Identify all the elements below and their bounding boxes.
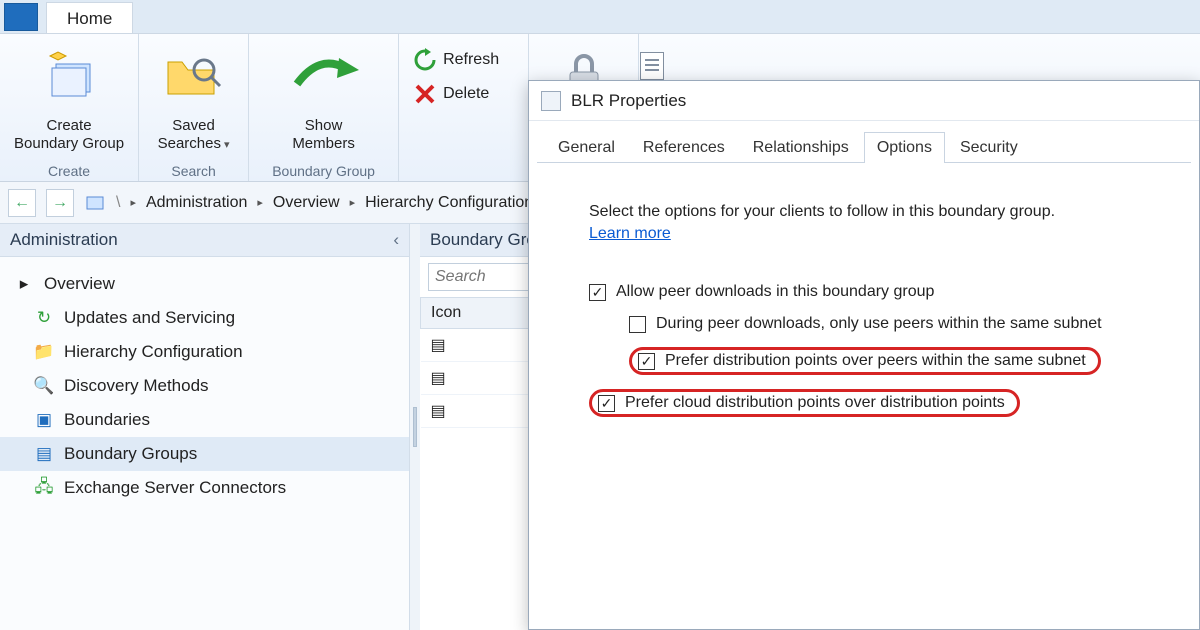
checkbox-label: During peer downloads, only use peers wi…: [656, 315, 1102, 333]
tab-home[interactable]: Home: [46, 2, 133, 33]
create-group-caption: Create: [48, 159, 90, 179]
opt-prefer-cloud-dp[interactable]: Prefer cloud distribution points over di…: [589, 389, 1163, 417]
nav-item-label: Updates and Servicing: [64, 308, 235, 328]
delete-button[interactable]: Delete: [413, 82, 499, 106]
crumb-0[interactable]: Administration: [146, 194, 247, 212]
delete-icon: [413, 82, 437, 106]
discovery-icon: 🔍: [34, 376, 54, 396]
nav-item-label: Hierarchy Configuration: [64, 342, 243, 362]
show-members-label: Show Members: [292, 117, 355, 152]
ribbon-saved-searches[interactable]: Saved Searches Search: [139, 34, 249, 181]
saved-searches-label: Saved Searches: [158, 117, 230, 152]
checkbox-icon[interactable]: [638, 353, 655, 370]
ribbon-show-members[interactable]: Show Members Boundary Group: [249, 34, 399, 181]
splitter[interactable]: [410, 224, 420, 630]
refresh-icon: [413, 48, 437, 72]
tab-general[interactable]: General: [545, 132, 628, 163]
nav-item-updates[interactable]: ↻ Updates and Servicing: [0, 301, 409, 335]
nav-tree: ▸ Overview ↻ Updates and Servicing 📁 Hie…: [0, 257, 409, 515]
updates-icon: ↻: [34, 308, 54, 328]
window-menu-icon[interactable]: [4, 3, 38, 31]
tab-references[interactable]: References: [630, 132, 738, 163]
opt-same-subnet-only[interactable]: During peer downloads, only use peers wi…: [629, 315, 1163, 333]
crumb-1[interactable]: Overview: [273, 194, 340, 212]
dialog-tabs: General References Relationships Options…: [537, 121, 1191, 163]
nav-item-label: Boundary Groups: [64, 444, 197, 464]
arrow-icon: [289, 48, 359, 102]
ribbon-create-boundary-group[interactable]: Create Boundary Group Create: [0, 34, 139, 181]
checkbox-icon[interactable]: [629, 316, 646, 333]
checkbox-label: Allow peer downloads in this boundary gr…: [616, 283, 934, 301]
checkbox-label: Prefer distribution points over peers wi…: [665, 352, 1086, 370]
tab-relationships[interactable]: Relationships: [740, 132, 862, 163]
nav-item-label: Boundaries: [64, 410, 150, 430]
overview-icon: ▸: [14, 274, 34, 294]
nav-back-button[interactable]: ←: [8, 189, 36, 217]
checkbox-label: Prefer cloud distribution points over di…: [625, 394, 1005, 412]
saved-searches-caption: Search: [171, 159, 215, 179]
opt-prefer-dp[interactable]: Prefer distribution points over peers wi…: [629, 347, 1163, 375]
refresh-label: Refresh: [443, 51, 499, 69]
boundaries-icon: ▣: [34, 410, 54, 430]
dialog-icon: [541, 91, 561, 111]
opt-allow-peer[interactable]: Allow peer downloads in this boundary gr…: [589, 283, 1163, 301]
checkbox-icon[interactable]: [589, 284, 606, 301]
delete-label: Delete: [443, 85, 489, 103]
create-group-label: Create Boundary Group: [14, 117, 124, 152]
nav-item-overview[interactable]: ▸ Overview: [0, 267, 409, 301]
crumb-2[interactable]: Hierarchy Configuration: [365, 194, 533, 212]
document-icon: [640, 52, 664, 80]
nav-item-exchange[interactable]: 🖧 Exchange Server Connectors: [0, 471, 409, 505]
properties-dialog: BLR Properties General References Relati…: [528, 80, 1200, 630]
checkbox-icon[interactable]: [598, 395, 615, 412]
ribbon-refresh-delete: Refresh Delete: [399, 34, 529, 181]
learn-more-link[interactable]: Learn more: [589, 225, 671, 242]
tab-options[interactable]: Options: [864, 132, 945, 163]
nav-item-label: Overview: [44, 274, 115, 294]
nav-item-boundaries[interactable]: ▣ Boundaries: [0, 403, 409, 437]
tab-security[interactable]: Security: [947, 132, 1031, 163]
nav-title: Administration: [10, 230, 118, 250]
show-members-caption: Boundary Group: [272, 159, 375, 179]
nav-item-label: Exchange Server Connectors: [64, 478, 286, 498]
nav-collapse-icon[interactable]: ‹: [393, 230, 399, 250]
nav-fwd-button[interactable]: →: [46, 189, 74, 217]
dialog-title: BLR Properties: [571, 91, 686, 111]
exchange-icon: 🖧: [34, 478, 54, 498]
create-group-icon: [42, 48, 96, 102]
boundary-groups-icon: ▤: [34, 444, 54, 464]
nav-item-boundary-groups[interactable]: ▤ Boundary Groups: [0, 437, 409, 471]
dialog-intro: Select the options for your clients to f…: [589, 203, 1163, 221]
folder-search-icon: [164, 48, 224, 102]
folder-icon: 📁: [34, 342, 54, 362]
nav-item-discovery[interactable]: 🔍 Discovery Methods: [0, 369, 409, 403]
scope-icon: [84, 192, 106, 214]
nav-item-label: Discovery Methods: [64, 376, 209, 396]
nav-item-hierarchy[interactable]: 📁 Hierarchy Configuration: [0, 335, 409, 369]
refresh-button[interactable]: Refresh: [413, 48, 499, 72]
